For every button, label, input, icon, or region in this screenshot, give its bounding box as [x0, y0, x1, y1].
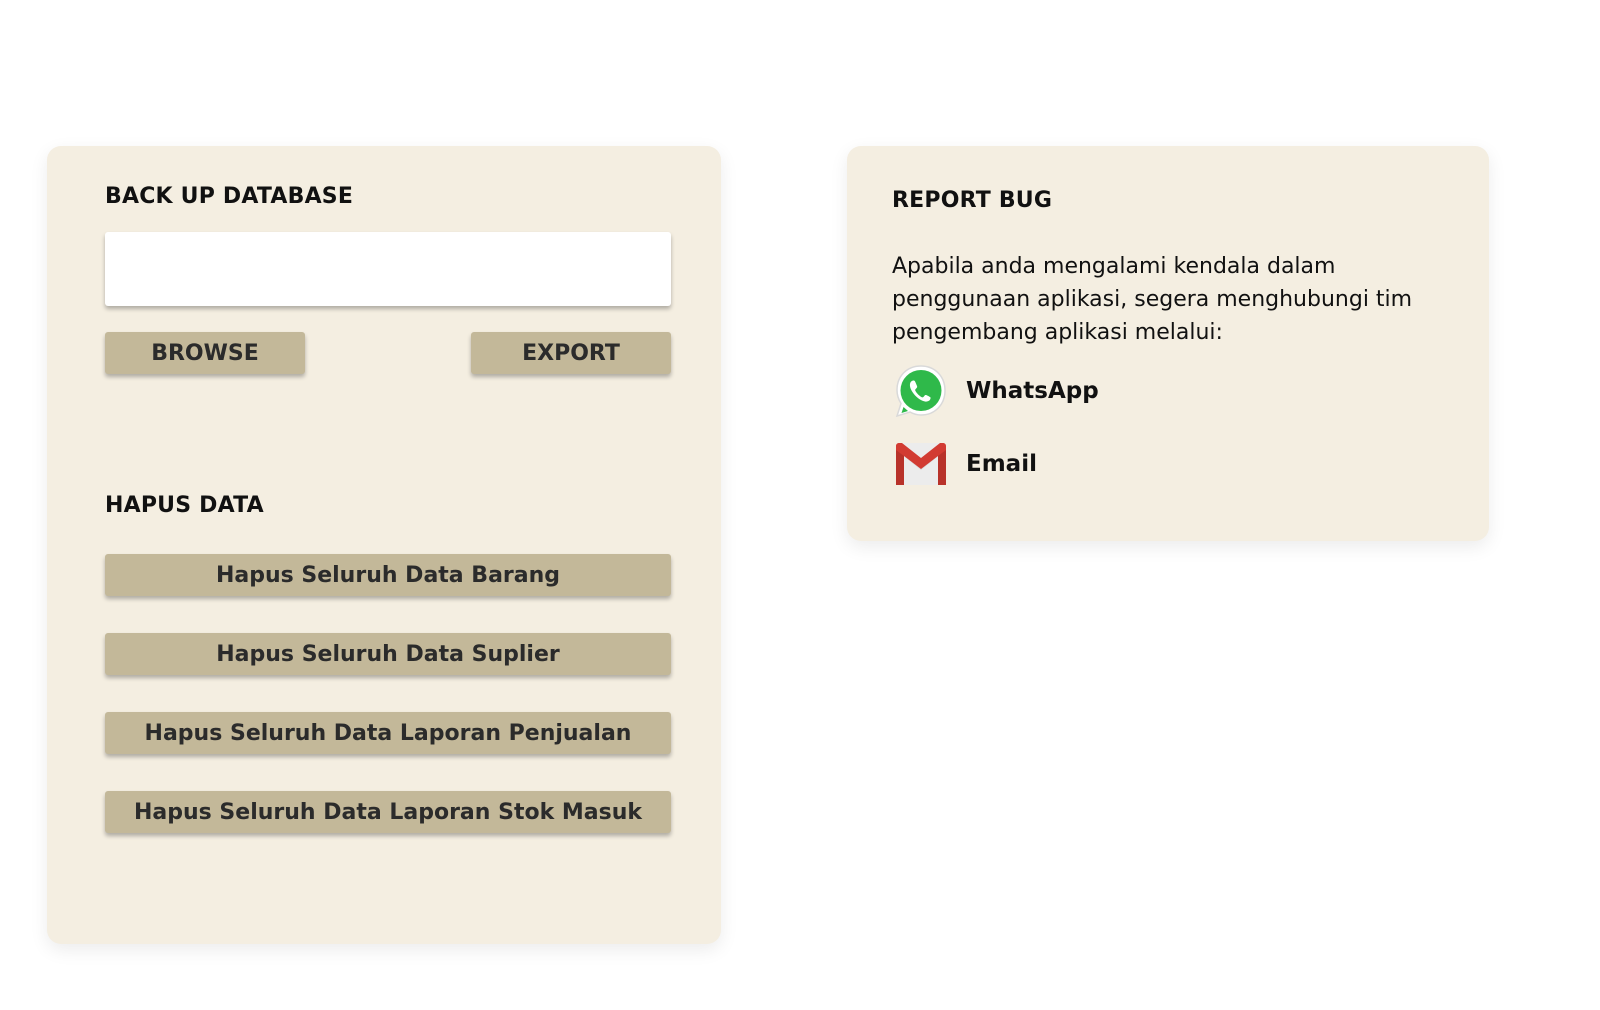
hapus-barang-button[interactable]: Hapus Seluruh Data Barang — [105, 554, 671, 596]
hapus-laporan-penjualan-button[interactable]: Hapus Seluruh Data Laporan Penjualan — [105, 712, 671, 754]
gmail-icon — [892, 436, 950, 492]
hapus-data-title: HAPUS DATA — [105, 493, 264, 518]
hapus-laporan-stok-masuk-button[interactable]: Hapus Seluruh Data Laporan Stok Masuk — [105, 791, 671, 833]
settings-page: BACK UP DATABASE BROWSE EXPORT HAPUS DAT… — [0, 0, 1600, 1010]
backup-title: BACK UP DATABASE — [105, 184, 354, 209]
email-contact[interactable]: Email — [892, 436, 1037, 492]
browse-button[interactable]: BROWSE — [105, 332, 305, 374]
export-button[interactable]: EXPORT — [471, 332, 671, 374]
report-bug-title: REPORT BUG — [892, 188, 1053, 213]
report-bug-card: REPORT BUG Apabila anda mengalami kendal… — [847, 146, 1489, 541]
backup-card: BACK UP DATABASE BROWSE EXPORT HAPUS DAT… — [47, 146, 721, 944]
report-bug-description: Apabila anda mengalami kendala dalam pen… — [892, 254, 1413, 345]
backup-path-input[interactable] — [105, 232, 671, 306]
whatsapp-contact[interactable]: WhatsApp — [892, 363, 1099, 419]
hapus-suplier-button[interactable]: Hapus Seluruh Data Suplier — [105, 633, 671, 675]
email-label: Email — [966, 451, 1037, 477]
whatsapp-label: WhatsApp — [966, 378, 1099, 404]
whatsapp-icon — [892, 363, 950, 419]
